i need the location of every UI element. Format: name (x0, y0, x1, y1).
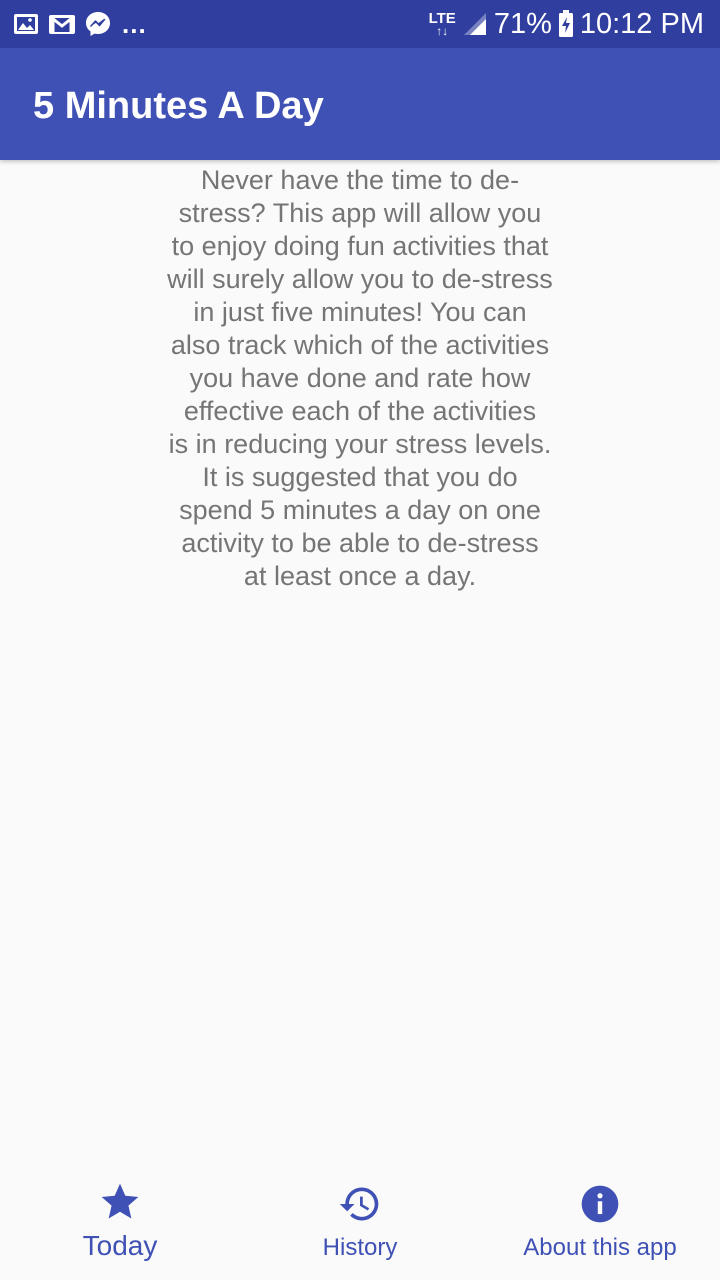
description-line: will surely allow you to de-stress (167, 264, 553, 294)
bottom-navigation: Today History About this app (0, 1160, 720, 1280)
status-bar: ... LTE ↑↓ 71% 10:12 PM (0, 0, 720, 48)
description-line: you have done and rate how (189, 363, 531, 393)
nav-label-history: History (322, 1234, 398, 1261)
description-line: stress? This app will allow you (178, 198, 542, 228)
app-title: 5 Minutes A Day (33, 85, 324, 127)
app-description: Never have the time to de- stress? This … (160, 164, 560, 593)
description-line: at least once a day. (243, 561, 477, 591)
app-bar: 5 Minutes A Day (0, 48, 720, 160)
system-icons: LTE ↑↓ 71% 10:12 PM (429, 6, 704, 42)
nav-label-about: About this app (523, 1234, 677, 1261)
info-icon (581, 1185, 619, 1223)
description-line: effective each of the activities (183, 396, 537, 426)
description-line: Never have the time to de- (200, 165, 520, 195)
description-line: activity to be able to de-stress (181, 528, 539, 558)
star-icon (101, 1183, 139, 1219)
nav-tab-about[interactable]: About this app (480, 1160, 720, 1280)
description-line: spend 5 minutes a day on one (179, 495, 541, 525)
data-arrows-icon: ↑↓ (436, 24, 449, 38)
description-line: in just five minutes! You can (193, 297, 527, 327)
battery-charging-icon (558, 10, 573, 37)
signal-icon (463, 13, 486, 35)
nav-tab-today[interactable]: Today (0, 1160, 240, 1280)
notification-icons: ... (12, 9, 147, 39)
clock: 10:12 PM (579, 8, 704, 40)
history-icon (339, 1187, 379, 1221)
nav-tab-history[interactable]: History (240, 1160, 480, 1280)
more-notifications: ... (122, 9, 147, 39)
description-line: is in reducing your stress levels. (168, 429, 552, 459)
description-line: to enjoy doing fun activities that (171, 231, 549, 261)
nav-label-today: Today (82, 1230, 158, 1261)
battery-percent: 71% (493, 8, 552, 40)
description-line: also track which of the activities (170, 330, 550, 360)
gallery-icon (14, 14, 38, 34)
description-line: It is suggested that you do (202, 462, 518, 492)
gmail-icon (49, 15, 75, 34)
lte-indicator: LTE ↑↓ (429, 11, 456, 38)
messenger-icon (86, 12, 110, 36)
